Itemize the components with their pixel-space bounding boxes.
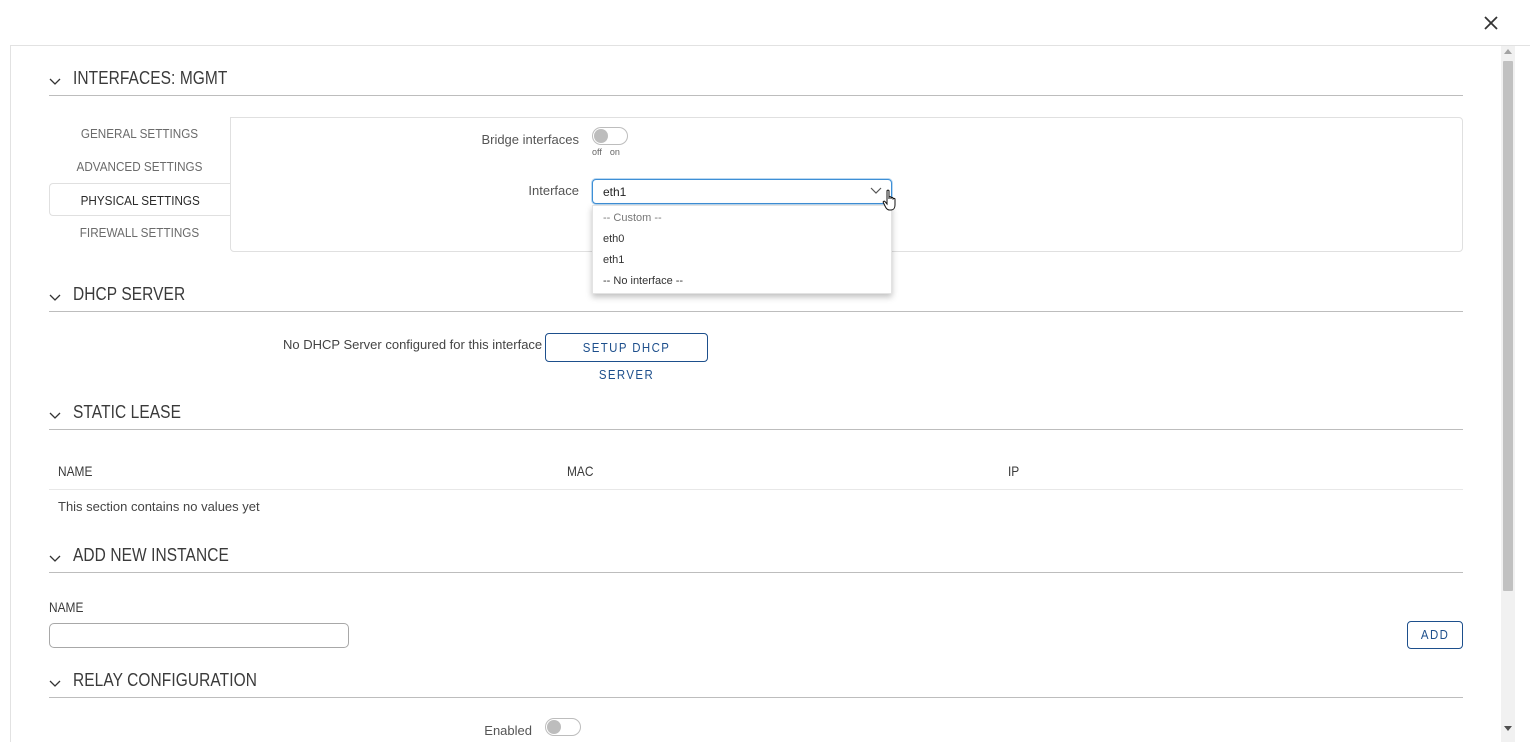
bridge-interfaces-toggle[interactable] (592, 127, 628, 145)
toggle-knob (594, 129, 608, 143)
tab-general-settings[interactable]: GENERAL SETTINGS (58, 117, 221, 150)
column-header-name: NAME (58, 463, 93, 479)
section-add-instance-header[interactable]: ADD NEW INSTANCE (49, 539, 1463, 573)
interface-settings-modal: INTERFACES: MGMT GENERAL SETTINGS ADVANC… (10, 45, 1530, 742)
section-title: ADD NEW INSTANCE (73, 545, 229, 565)
scroll-down-arrow-icon[interactable] (1504, 726, 1512, 731)
section-title: STATIC LEASE (73, 402, 181, 422)
chevron-down-icon (49, 678, 61, 688)
scrollbar-thumb[interactable] (1503, 61, 1513, 591)
interface-select[interactable]: eth1 (592, 179, 892, 204)
section-dhcp-header[interactable]: DHCP SERVER (49, 278, 1463, 312)
bridge-interfaces-label: Bridge interfaces (481, 132, 579, 147)
chevron-down-icon (49, 553, 61, 563)
scroll-up-arrow-icon[interactable] (1504, 49, 1512, 54)
interface-select-value: eth1 (603, 185, 627, 199)
section-static-lease-header[interactable]: STATIC LEASE (49, 396, 1463, 430)
static-lease-table-header: NAME MAC IP (49, 451, 1463, 490)
chevron-down-icon (870, 187, 882, 195)
toggle-on-label: on (609, 147, 620, 157)
option-custom[interactable]: -- Custom -- (593, 208, 891, 229)
column-header-mac: MAC (567, 463, 594, 479)
close-modal-button[interactable] (1480, 12, 1502, 34)
column-header-ip: IP (1008, 463, 1020, 479)
add-instance-button[interactable]: ADD (1407, 621, 1463, 649)
relay-enabled-label: Enabled (484, 723, 532, 738)
option-eth0[interactable]: eth0 (593, 229, 891, 250)
setup-dhcp-server-button[interactable]: SETUP DHCP SERVER (545, 333, 708, 382)
interface-label: Interface (528, 183, 579, 198)
section-title: DHCP SERVER (73, 284, 186, 304)
instance-name-label: NAME (49, 599, 84, 615)
tab-advanced-settings[interactable]: ADVANCED SETTINGS (58, 150, 221, 183)
table-empty-message: This section contains no values yet (58, 499, 260, 514)
chevron-down-icon (49, 76, 61, 86)
toggle-state-labels: off on (592, 147, 628, 157)
close-icon (1484, 16, 1498, 30)
modal-content: INTERFACES: MGMT GENERAL SETTINGS ADVANC… (11, 46, 1501, 742)
toggle-knob (547, 720, 561, 734)
tab-physical-settings[interactable]: PHYSICAL SETTINGS (49, 183, 230, 216)
section-interfaces-header[interactable]: INTERFACES: MGMT (49, 62, 1463, 96)
section-title: INTERFACES: MGMT (73, 68, 228, 88)
section-title: RELAY CONFIGURATION (73, 670, 257, 690)
instance-name-input[interactable] (49, 623, 349, 648)
relay-enabled-toggle[interactable] (545, 718, 581, 736)
section-relay-header[interactable]: RELAY CONFIGURATION (49, 664, 1463, 698)
settings-tabs: GENERAL SETTINGS ADVANCED SETTINGS PHYSI… (49, 117, 230, 249)
toggle-off-label: off (592, 147, 602, 157)
tab-firewall-settings[interactable]: FIREWALL SETTINGS (58, 216, 221, 249)
dhcp-status-text: No DHCP Server configured for this inter… (283, 337, 543, 352)
chevron-down-icon (49, 410, 61, 420)
vertical-scrollbar[interactable] (1501, 46, 1515, 742)
chevron-down-icon (49, 292, 61, 302)
option-eth1[interactable]: eth1 (593, 250, 891, 271)
